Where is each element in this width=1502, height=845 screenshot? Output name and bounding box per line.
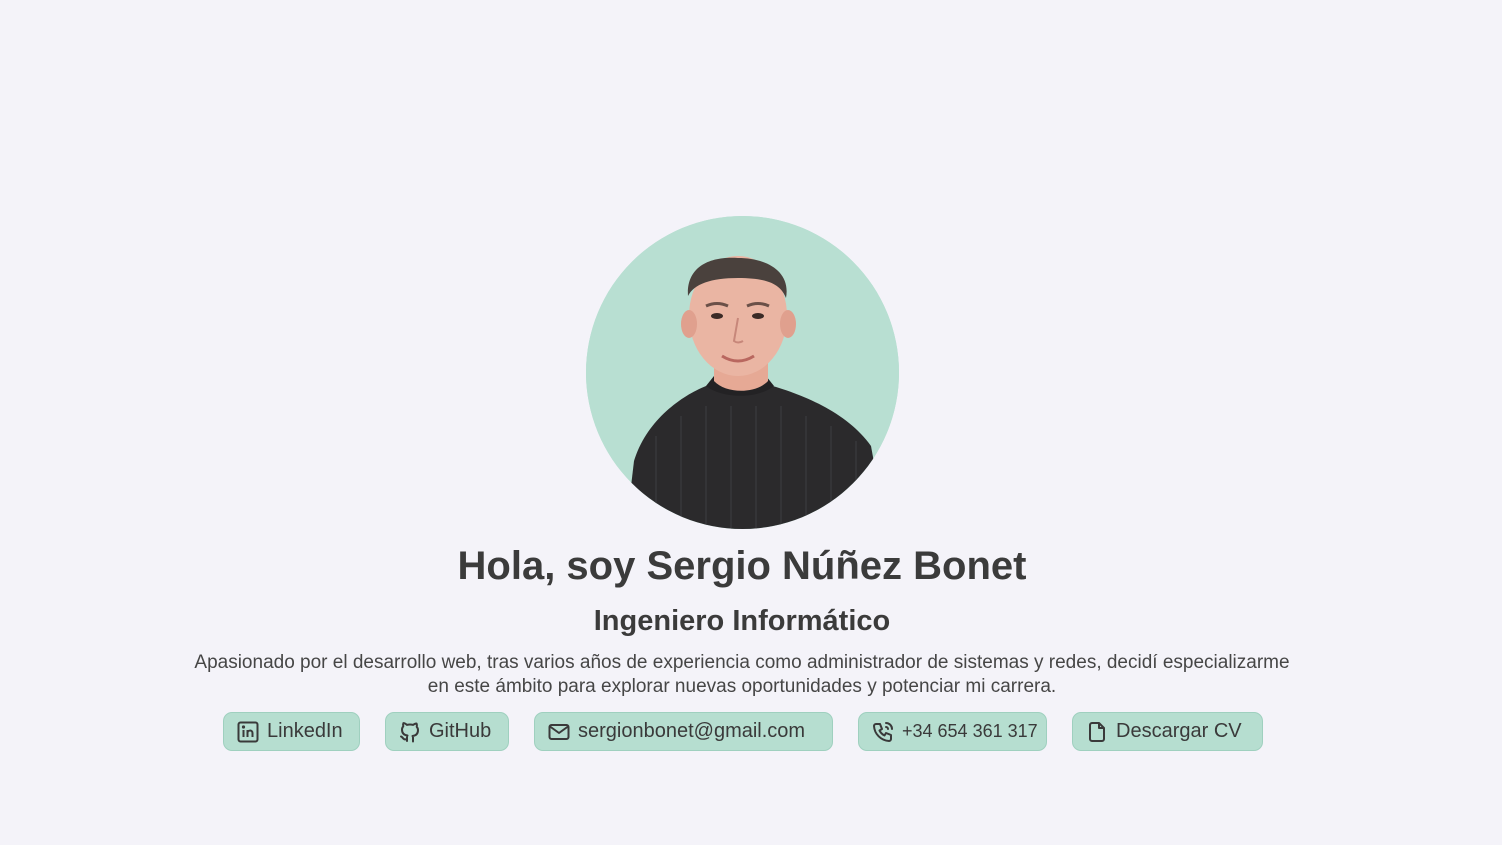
bio-text: Apasionado por el desarrollo web, tras v… xyxy=(194,652,1290,697)
page-title: Hola, soy Sergio Núñez Bonet xyxy=(457,544,1027,588)
email-link[interactable]: sergionbonet@gmail.com xyxy=(534,712,833,751)
hero-section: Hola, soy Sergio Núñez Bonet Ingeniero I… xyxy=(0,0,1502,845)
phone-link[interactable]: +34 654 361 317 xyxy=(858,712,1047,751)
linkedin-link[interactable]: LinkedIn xyxy=(223,712,360,751)
download-cv-button[interactable]: Descargar CV xyxy=(1072,712,1263,751)
profile-photo xyxy=(586,216,899,529)
file-icon xyxy=(1085,720,1109,744)
mail-icon xyxy=(547,720,571,744)
linkedin-label: LinkedIn xyxy=(267,720,343,742)
github-icon xyxy=(398,720,422,744)
github-label: GitHub xyxy=(429,720,492,742)
role-subtitle: Ingeniero Informático xyxy=(593,605,891,637)
linkedin-icon xyxy=(236,720,260,744)
contact-links: LinkedIn GitHub sergionbonet@gmail.com +… xyxy=(0,712,1502,751)
github-link[interactable]: GitHub xyxy=(385,712,509,751)
phone-icon xyxy=(871,720,895,744)
phone-label: +34 654 361 317 xyxy=(902,721,1038,741)
email-label: sergionbonet@gmail.com xyxy=(578,720,806,742)
profile-photo-illustration xyxy=(586,216,899,529)
download-cv-label: Descargar CV xyxy=(1116,720,1242,742)
